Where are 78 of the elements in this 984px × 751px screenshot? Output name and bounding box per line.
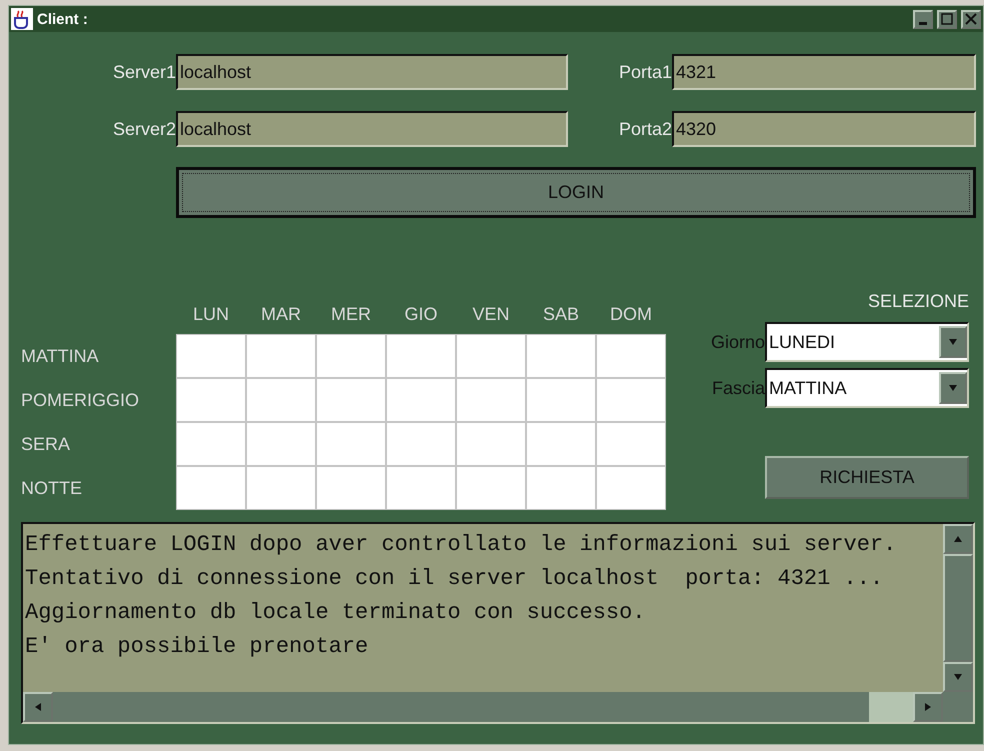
schedule-cell[interactable]	[246, 466, 316, 510]
schedule-cell[interactable]	[176, 466, 246, 510]
vertical-scrollbar[interactable]	[943, 524, 973, 692]
port-label: Porta1	[618, 62, 672, 82]
schedule-cell[interactable]	[526, 422, 596, 466]
log-line: Aggiornamento db locale terminato con successo.	[25, 599, 647, 627]
schedule-cell[interactable]	[456, 422, 526, 466]
slot-label: NOTTE	[21, 478, 83, 498]
horizontal-scrollbar[interactable]	[23, 692, 943, 722]
combo-label: Giorno	[710, 332, 765, 352]
scroll-left-button[interactable]	[23, 692, 53, 722]
dropdown[interactable]: MATTINA	[765, 368, 969, 408]
server-field[interactable]: localhost	[176, 111, 568, 147]
schedule-cell[interactable]	[526, 378, 596, 422]
schedule-cell[interactable]	[596, 378, 666, 422]
schedule-cell[interactable]	[526, 334, 596, 378]
day-header: DOM	[609, 304, 653, 326]
combo-label: Fascia	[712, 378, 765, 398]
log-area[interactable]	[21, 522, 975, 724]
schedule-cell[interactable]	[596, 466, 666, 510]
port-field[interactable]: 4320	[672, 111, 976, 147]
log-line: Effettuare LOGIN dopo aver controllato le informazioni sui server.	[25, 531, 898, 559]
slot-label: MATTINA	[21, 346, 100, 366]
schedule-cell[interactable]	[246, 334, 316, 378]
maximize-button[interactable]	[937, 10, 957, 28]
schedule-cell[interactable]	[386, 378, 456, 422]
dropdown-button[interactable]	[939, 326, 967, 358]
schedule-cell[interactable]	[316, 422, 386, 466]
close-button[interactable]	[961, 10, 981, 28]
window-title: Client :	[37, 10, 89, 28]
scroll-up-button[interactable]	[943, 524, 973, 554]
schedule-cell[interactable]	[316, 378, 386, 422]
day-header: SAB	[542, 304, 580, 326]
schedule-cell[interactable]	[596, 422, 666, 466]
day-header: GIO	[403, 304, 438, 326]
server-label: Server1	[112, 62, 176, 82]
log-line: E' ora possibile prenotare	[25, 633, 370, 661]
dropdown-button[interactable]	[939, 372, 967, 404]
schedule-cell[interactable]	[176, 378, 246, 422]
day-header: VEN	[471, 304, 510, 326]
minimize-button[interactable]	[913, 10, 933, 28]
port-label: Porta2	[618, 118, 672, 140]
selection-title: SELEZIONE	[866, 290, 969, 313]
minimize-icon	[919, 22, 927, 24]
server-field[interactable]: localhost	[176, 54, 568, 90]
login-button[interactable]: LOGIN	[176, 167, 976, 218]
schedule-cell[interactable]	[456, 466, 526, 510]
schedule-cell[interactable]	[176, 422, 246, 466]
scrollbar-corner	[943, 692, 973, 722]
cup-icon	[11, 8, 33, 30]
schedule-cell[interactable]	[176, 334, 246, 378]
dropdown[interactable]: LUNEDI	[765, 322, 969, 362]
schedule-cell[interactable]	[386, 422, 456, 466]
schedule-cell[interactable]	[456, 334, 526, 378]
server-label: Server2	[112, 118, 176, 140]
schedule-cell[interactable]	[386, 334, 456, 378]
request-button[interactable]: RICHIESTA	[765, 456, 969, 499]
log-line: Tentativo di connessione con il server localhost porta: 4321 ...	[25, 565, 884, 593]
schedule-cell[interactable]	[316, 466, 386, 510]
maximize-icon	[941, 13, 953, 25]
scroll-thumb[interactable]	[869, 692, 913, 722]
schedule-cell[interactable]	[246, 422, 316, 466]
schedule-cell[interactable]	[526, 466, 596, 510]
schedule-cell[interactable]	[316, 334, 386, 378]
slot-label: POMERIGGIO	[21, 390, 140, 410]
day-header: MAR	[260, 304, 302, 326]
scroll-thumb[interactable]	[943, 554, 973, 662]
schedule-cell[interactable]	[456, 378, 526, 422]
schedule-cell[interactable]	[596, 334, 666, 378]
port-field[interactable]: 4321	[672, 54, 976, 90]
close-icon	[965, 13, 977, 25]
day-header: MER	[330, 304, 372, 326]
scroll-right-button[interactable]	[913, 692, 943, 722]
schedule-cell[interactable]	[246, 378, 316, 422]
schedule-cell[interactable]	[386, 466, 456, 510]
scroll-down-button[interactable]	[943, 662, 973, 692]
day-header: LUN	[192, 304, 230, 326]
slot-label: SERA	[21, 434, 72, 454]
